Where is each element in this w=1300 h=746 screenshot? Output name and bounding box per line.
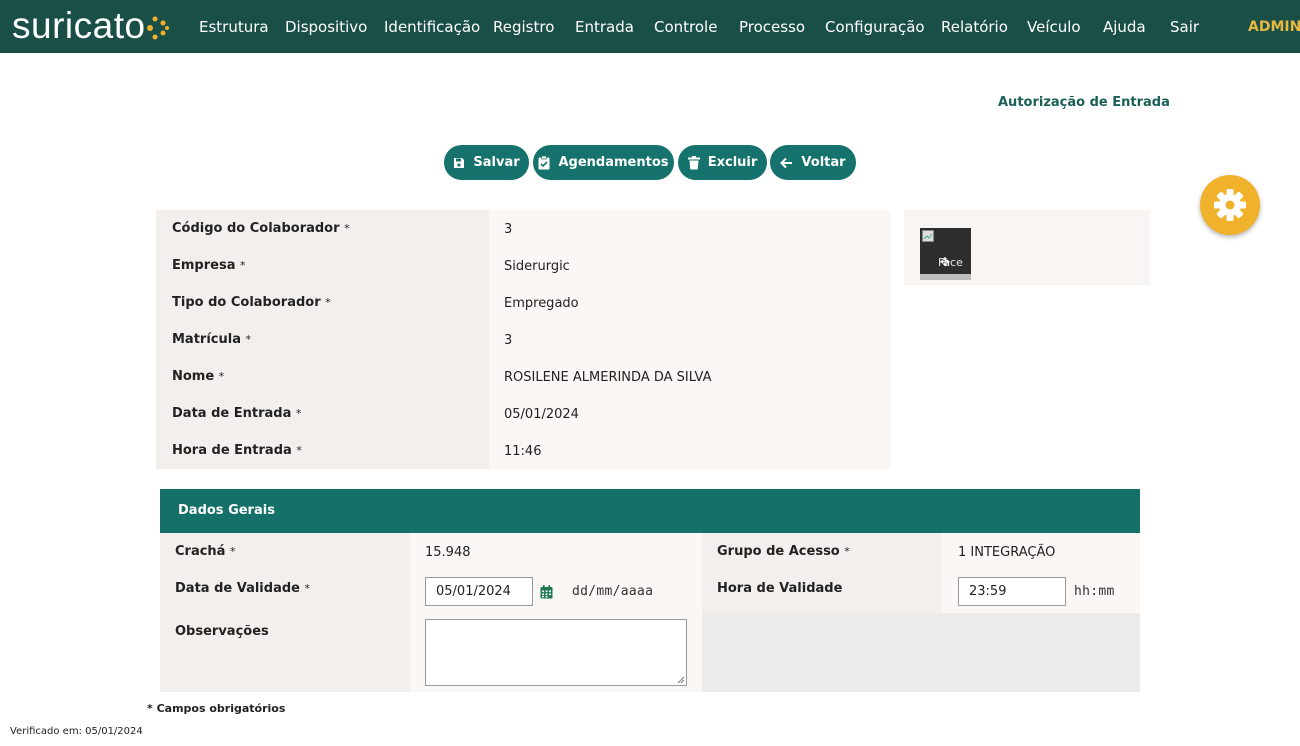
- logo-text: suricato: [12, 5, 146, 46]
- general-empty-area: [702, 613, 1140, 692]
- field-value-data-entrada: 05/01/2024: [504, 407, 579, 422]
- notes-textarea[interactable]: [425, 619, 687, 686]
- delete-button[interactable]: Excluir: [678, 145, 767, 180]
- field-value-empresa: Siderurgic: [504, 259, 570, 274]
- notes-label: Observações: [175, 624, 269, 639]
- calendar-icon[interactable]: [540, 585, 553, 599]
- field-label-matricula: Matrícula *: [172, 332, 252, 347]
- nav-item-identificacao[interactable]: Identificação: [384, 0, 480, 53]
- section-header-dados-gerais: Dados Gerais: [160, 489, 1140, 533]
- save-label: Salvar: [473, 155, 520, 170]
- nav-item-configuracao[interactable]: Configuração: [825, 0, 925, 53]
- logo-dots-icon: [147, 16, 169, 40]
- badge-value: 15.948: [425, 545, 471, 560]
- nav-item-processo[interactable]: Processo: [739, 0, 805, 53]
- move-cursor-icon: ✥: [940, 255, 951, 269]
- arrow-left-icon: [780, 157, 793, 168]
- field-value-hora-entrada: 11:46: [504, 444, 542, 459]
- gear-icon: [1214, 189, 1246, 221]
- nav-item-ajuda[interactable]: Ajuda: [1103, 0, 1146, 53]
- access-group-label: Grupo de Acesso *: [717, 544, 850, 559]
- field-value-matricula: 3: [504, 333, 513, 348]
- trash-icon: [687, 155, 700, 169]
- schedules-button[interactable]: Agendamentos: [533, 145, 674, 180]
- clipboard-check-icon: [538, 155, 550, 169]
- collaborator-values-column: [489, 210, 891, 469]
- logo[interactable]: suricato: [12, 4, 146, 48]
- user-menu[interactable]: ADMIN: [1248, 0, 1300, 53]
- nav-item-dispositivo[interactable]: Dispositivo: [285, 0, 367, 53]
- field-label-nome: Nome *: [172, 369, 225, 384]
- delete-label: Excluir: [707, 155, 758, 170]
- nav-item-veiculo[interactable]: Veículo: [1027, 0, 1081, 53]
- face-photo[interactable]: Face ✥: [920, 228, 971, 280]
- field-value-nome: ROSILENE ALMERINDA DA SILVA: [504, 370, 712, 385]
- field-label-codigo: Código do Colaborador *: [172, 221, 350, 236]
- top-navbar: suricato Estrutura Dispositivo Identific…: [0, 0, 1300, 53]
- page-title: Autorização de Entrada: [998, 95, 1170, 110]
- back-button[interactable]: Voltar: [770, 145, 856, 180]
- field-label-tipo: Tipo do Colaborador *: [172, 295, 331, 310]
- required-fields-note: * Campos obrigatórios: [147, 702, 286, 715]
- save-button[interactable]: Salvar: [444, 145, 529, 180]
- back-label: Voltar: [801, 155, 846, 170]
- badge-label: Crachá *: [175, 544, 236, 559]
- nav-item-controle[interactable]: Controle: [654, 0, 717, 53]
- verified-date: Verificado em: 05/01/2024: [10, 726, 143, 737]
- field-value-tipo: Empregado: [504, 296, 579, 311]
- settings-fab[interactable]: [1200, 175, 1260, 235]
- nav-item-entrada[interactable]: Entrada: [575, 0, 634, 53]
- nav-item-estrutura[interactable]: Estrutura: [199, 0, 269, 53]
- time-format-hint: hh:mm: [1074, 584, 1115, 599]
- validity-date-input[interactable]: 05/01/2024: [425, 577, 533, 606]
- validity-time-input[interactable]: 23:59: [958, 577, 1066, 606]
- nav-item-relatorio[interactable]: Relatório: [941, 0, 1008, 53]
- field-value-codigo: 3: [504, 222, 513, 237]
- floppy-icon: [454, 157, 465, 168]
- broken-image-icon: [922, 230, 934, 242]
- validity-date-label: Data de Validade *: [175, 581, 310, 596]
- nav-item-sair[interactable]: Sair: [1170, 0, 1199, 53]
- validity-time-label: Hora de Validade: [717, 581, 843, 596]
- field-label-empresa: Empresa *: [172, 258, 246, 273]
- field-label-data-entrada: Data de Entrada *: [172, 406, 302, 421]
- resize-handle-icon[interactable]: [677, 676, 685, 684]
- schedules-label: Agendamentos: [558, 155, 669, 170]
- access-group-value: 1 INTEGRAÇÃO: [958, 545, 1056, 560]
- nav-item-registro[interactable]: Registro: [493, 0, 554, 53]
- date-format-hint: dd/mm/aaaa: [572, 584, 654, 599]
- field-label-hora-entrada: Hora de Entrada *: [172, 443, 302, 458]
